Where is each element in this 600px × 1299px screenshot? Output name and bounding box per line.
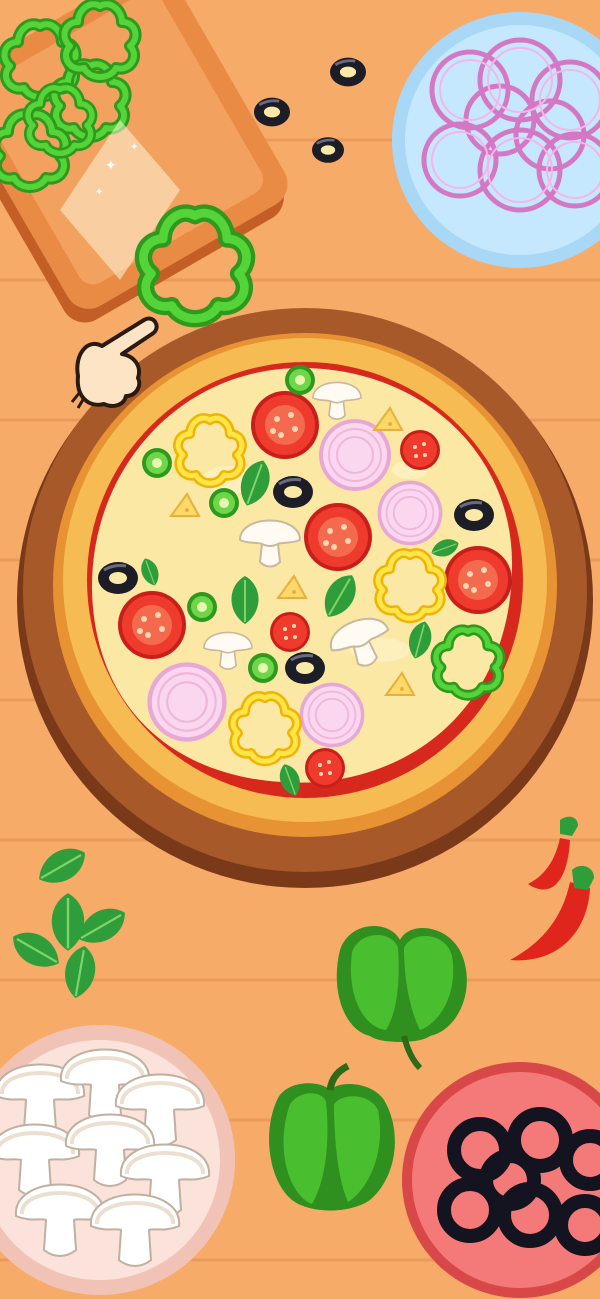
svg-text:✦: ✦ xyxy=(105,158,117,174)
olive-icon xyxy=(283,650,327,686)
loose-olive-icon[interactable] xyxy=(252,96,292,128)
svg-text:✦: ✦ xyxy=(130,142,138,153)
tomato-slice-icon xyxy=(118,591,186,659)
jalapeno-slice-icon xyxy=(142,448,172,478)
svg-text:✦: ✦ xyxy=(95,187,103,198)
tomato-slice-icon xyxy=(270,612,310,652)
tomato-slice-icon xyxy=(305,748,345,788)
onion-slice-icon xyxy=(376,479,444,547)
game-stage: ✦ ✦ ✦ xyxy=(0,0,600,1299)
jalapeno-slice-icon xyxy=(285,365,315,395)
olive-icon xyxy=(452,497,496,533)
loose-olive-icon[interactable] xyxy=(310,135,346,165)
pizza[interactable] xyxy=(53,333,557,837)
tomato-slice-icon xyxy=(304,503,372,571)
onion-slice-icon xyxy=(298,681,366,749)
tomato-slice-icon xyxy=(251,391,319,459)
loose-olive-icon[interactable] xyxy=(328,56,368,88)
jalapeno-slice-icon xyxy=(248,653,278,683)
tomato-slice-icon xyxy=(444,546,512,614)
olive-icon xyxy=(271,474,315,510)
olive-icon xyxy=(96,560,140,596)
jalapeno-slice-icon xyxy=(187,592,217,622)
onion-slice-icon xyxy=(146,661,228,743)
tomato-slice-icon xyxy=(400,430,440,470)
kitchen-scene: ✦ ✦ ✦ xyxy=(0,0,600,1299)
jalapeno-slice-icon xyxy=(209,488,239,518)
